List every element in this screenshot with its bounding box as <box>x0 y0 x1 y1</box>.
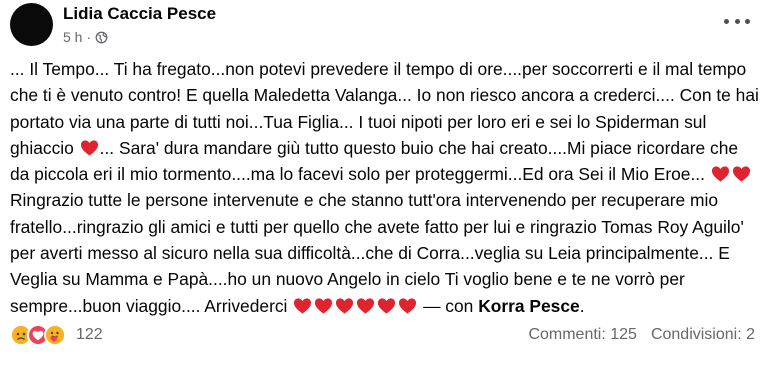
heart-icon <box>315 298 333 314</box>
care-reaction-icon[interactable] <box>44 324 66 346</box>
post-stats: Commenti: 125 Condivisioni: 2 <box>528 326 755 344</box>
shares-count[interactable]: Condivisioni: 2 <box>651 326 755 344</box>
heart-icon <box>357 298 375 314</box>
reaction-count[interactable]: 122 <box>76 326 103 344</box>
globe-icon[interactable] <box>95 31 108 44</box>
heart-icon <box>399 298 417 314</box>
author-name[interactable]: Lidia Caccia Pesce <box>63 4 216 24</box>
author-avatar[interactable] <box>10 3 53 46</box>
heart-icon <box>336 298 354 314</box>
heart-icon <box>80 140 98 156</box>
reaction-icons[interactable] <box>10 324 66 346</box>
post-text-end: . <box>579 295 585 316</box>
post-text-part-2: ... Sara' dura mandare giù tutto questo … <box>10 137 739 185</box>
tagged-person-link[interactable]: Korra Pesce <box>478 296 580 316</box>
post-text-part-4: — con <box>418 295 479 316</box>
meta-separator: · <box>86 29 92 45</box>
heart-icon <box>732 166 750 182</box>
more-options-icon[interactable] <box>724 12 750 30</box>
post-text: ... Il Tempo... Ti ha fregato...non pote… <box>10 56 762 319</box>
post-meta: 5 h · <box>63 29 108 45</box>
heart-icon <box>294 298 312 314</box>
post-time[interactable]: 5 h <box>63 29 82 45</box>
comments-count[interactable]: Commenti: 125 <box>528 326 637 344</box>
heart-icon <box>711 166 729 182</box>
post-footer: 122 Commenti: 125 Condivisioni: 2 <box>10 322 755 348</box>
heart-icon <box>378 298 396 314</box>
